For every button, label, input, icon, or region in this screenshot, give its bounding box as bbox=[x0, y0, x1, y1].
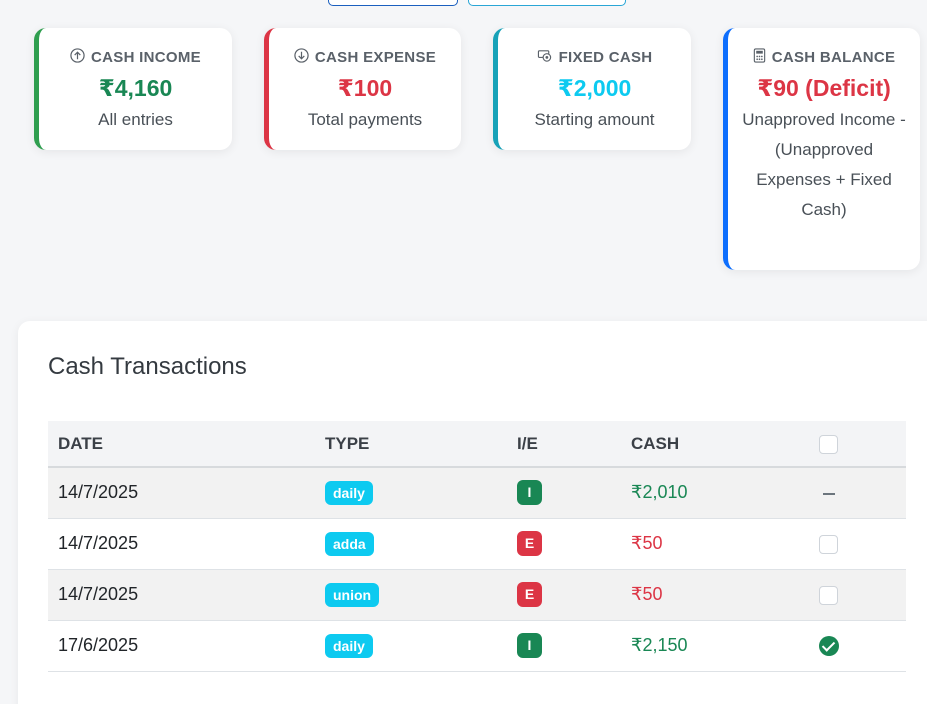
column-header-type[interactable]: TYPE bbox=[315, 421, 507, 468]
fixed-cash-subtitle: Starting amount bbox=[534, 110, 655, 129]
ie-badge: I bbox=[517, 633, 542, 658]
type-badge: daily bbox=[325, 480, 373, 505]
cash-income-value: ₹4,160 bbox=[98, 75, 173, 101]
indeterminate-dash-icon[interactable] bbox=[823, 492, 835, 495]
row-ie-cell: E bbox=[507, 569, 621, 621]
row-type-cell: daily bbox=[315, 620, 507, 672]
fixed-cash-value: ₹2,000 bbox=[557, 75, 632, 101]
table-row[interactable]: 17/6/2025 daily I ₹2,150 bbox=[48, 620, 906, 672]
panel-title: Cash Transactions bbox=[48, 353, 247, 380]
cash-income-subtitle: All entries bbox=[98, 110, 173, 129]
cash-icon bbox=[537, 48, 553, 67]
row-date: 14/7/2025 bbox=[48, 518, 315, 570]
ie-badge: I bbox=[517, 480, 542, 506]
ie-badge: E bbox=[517, 582, 542, 607]
row-select-cell bbox=[809, 467, 906, 519]
table-row[interactable]: 14/7/2025 adda E ₹50 bbox=[48, 518, 906, 570]
row-type-cell: adda bbox=[315, 518, 507, 570]
top-button-1[interactable] bbox=[328, 0, 458, 6]
type-badge: adda bbox=[325, 531, 374, 556]
row-checkbox[interactable] bbox=[819, 585, 838, 605]
column-header-select bbox=[809, 421, 906, 468]
row-cash: ₹2,010 bbox=[621, 467, 809, 519]
table-header-row: DATE TYPE I/E CASH bbox=[48, 421, 906, 468]
row-cash: ₹50 bbox=[621, 518, 809, 570]
calculator-icon bbox=[753, 47, 766, 67]
column-header-ie[interactable]: I/E bbox=[507, 421, 621, 468]
select-all-checkbox[interactable] bbox=[819, 434, 838, 454]
cash-expense-card: CASH EXPENSE ₹100 Total payments bbox=[264, 28, 461, 150]
top-button-2[interactable] bbox=[468, 0, 626, 6]
cash-income-card: CASH INCOME ₹4,160 All entries bbox=[34, 28, 232, 150]
row-date: 14/7/2025 bbox=[48, 467, 315, 519]
column-header-date[interactable]: DATE bbox=[48, 421, 315, 468]
cash-balance-subtitle: Unapproved Income - (Unapproved Expenses… bbox=[742, 110, 906, 219]
cash-balance-card: CASH BALANCE ₹90 (Deficit) Unapproved In… bbox=[723, 28, 920, 270]
row-cash: ₹50 bbox=[621, 569, 809, 621]
row-ie-cell: I bbox=[507, 467, 621, 519]
row-type-cell: daily bbox=[315, 467, 507, 519]
type-badge: daily bbox=[325, 633, 373, 658]
row-select-cell bbox=[809, 518, 906, 570]
arrow-up-circle-icon bbox=[70, 47, 85, 67]
cash-expense-subtitle: Total payments bbox=[307, 110, 423, 129]
row-type-cell: union bbox=[315, 569, 507, 621]
cash-expense-title: CASH EXPENSE bbox=[314, 48, 437, 66]
transactions-table: DATE TYPE I/E CASH 14/7/2025 daily I ₹2,… bbox=[48, 421, 906, 672]
fixed-cash-card: FIXED CASH ₹2,000 Starting amount bbox=[493, 28, 691, 150]
fixed-cash-title: FIXED CASH bbox=[558, 48, 653, 66]
cash-income-title: CASH INCOME bbox=[91, 48, 201, 66]
type-badge: union bbox=[325, 582, 380, 607]
row-select-cell bbox=[809, 569, 906, 621]
table-row[interactable]: 14/7/2025 union E ₹50 bbox=[48, 569, 906, 621]
cash-balance-title: CASH BALANCE bbox=[771, 48, 896, 66]
row-ie-cell: E bbox=[507, 518, 621, 570]
cash-transactions-panel: Cash Transactions DATE TYPE I/E CASH 14/… bbox=[18, 321, 927, 704]
cash-expense-value: ₹100 bbox=[337, 75, 393, 101]
row-date: 14/7/2025 bbox=[48, 569, 315, 621]
arrow-down-circle-icon bbox=[294, 47, 309, 67]
row-cash: ₹2,150 bbox=[621, 620, 809, 672]
column-header-cash[interactable]: CASH bbox=[621, 421, 809, 468]
row-checkbox[interactable] bbox=[819, 534, 838, 554]
cash-balance-value: ₹90 (Deficit) bbox=[757, 75, 891, 101]
approved-check-icon[interactable] bbox=[819, 636, 839, 657]
row-date: 17/6/2025 bbox=[48, 620, 315, 672]
row-select-cell bbox=[809, 620, 906, 672]
row-ie-cell: I bbox=[507, 620, 621, 672]
ie-badge: E bbox=[517, 531, 542, 556]
table-row[interactable]: 14/7/2025 daily I ₹2,010 bbox=[48, 467, 906, 519]
